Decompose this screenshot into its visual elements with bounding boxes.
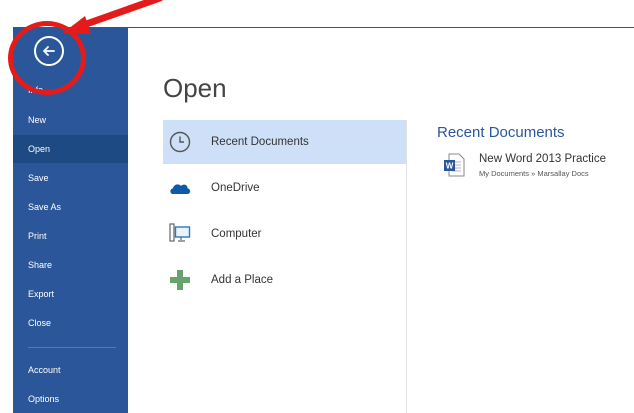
- recent-document-name[interactable]: New Word 2013 Practice: [479, 153, 606, 165]
- place-add-a-place[interactable]: Add a Place: [163, 258, 406, 302]
- nav-account[interactable]: Account: [13, 356, 128, 384]
- word-doc-icon[interactable]: W: [443, 153, 465, 177]
- svg-text:W: W: [446, 162, 454, 171]
- pane-divider: [406, 120, 407, 413]
- nav-new[interactable]: New: [13, 106, 128, 134]
- cloud-icon: [170, 184, 191, 194]
- nav-options[interactable]: Options: [13, 385, 128, 413]
- place-computer[interactable]: Computer: [163, 212, 406, 256]
- recent-document-path: My Documents » Marsallay Docs: [479, 169, 589, 178]
- place-label: Recent Documents: [211, 136, 309, 148]
- nav-open[interactable]: Open: [13, 135, 128, 163]
- top-border: [128, 27, 634, 28]
- nav-close[interactable]: Close: [13, 309, 128, 337]
- place-recent-documents[interactable]: Recent Documents: [163, 120, 406, 164]
- place-label: OneDrive: [211, 182, 260, 194]
- page-title: Open: [163, 73, 227, 103]
- nav-share[interactable]: Share: [13, 251, 128, 279]
- places-list: Recent Documents OneDrive Computer Add a…: [163, 120, 406, 413]
- red-arrow-icon: [63, 0, 163, 34]
- nav-print[interactable]: Print: [13, 222, 128, 250]
- place-label: Add a Place: [211, 274, 274, 286]
- place-onedrive[interactable]: OneDrive: [163, 166, 406, 210]
- sidebar-divider: [28, 347, 116, 348]
- computer-icon: [169, 223, 191, 242]
- recent-documents-heading: Recent Documents: [437, 124, 565, 141]
- place-label: Computer: [211, 228, 262, 240]
- nav-save-as[interactable]: Save As: [13, 193, 128, 221]
- plus-icon: [170, 270, 190, 290]
- nav-save[interactable]: Save: [13, 164, 128, 192]
- clock-icon: [169, 131, 191, 153]
- nav-export[interactable]: Export: [13, 280, 128, 308]
